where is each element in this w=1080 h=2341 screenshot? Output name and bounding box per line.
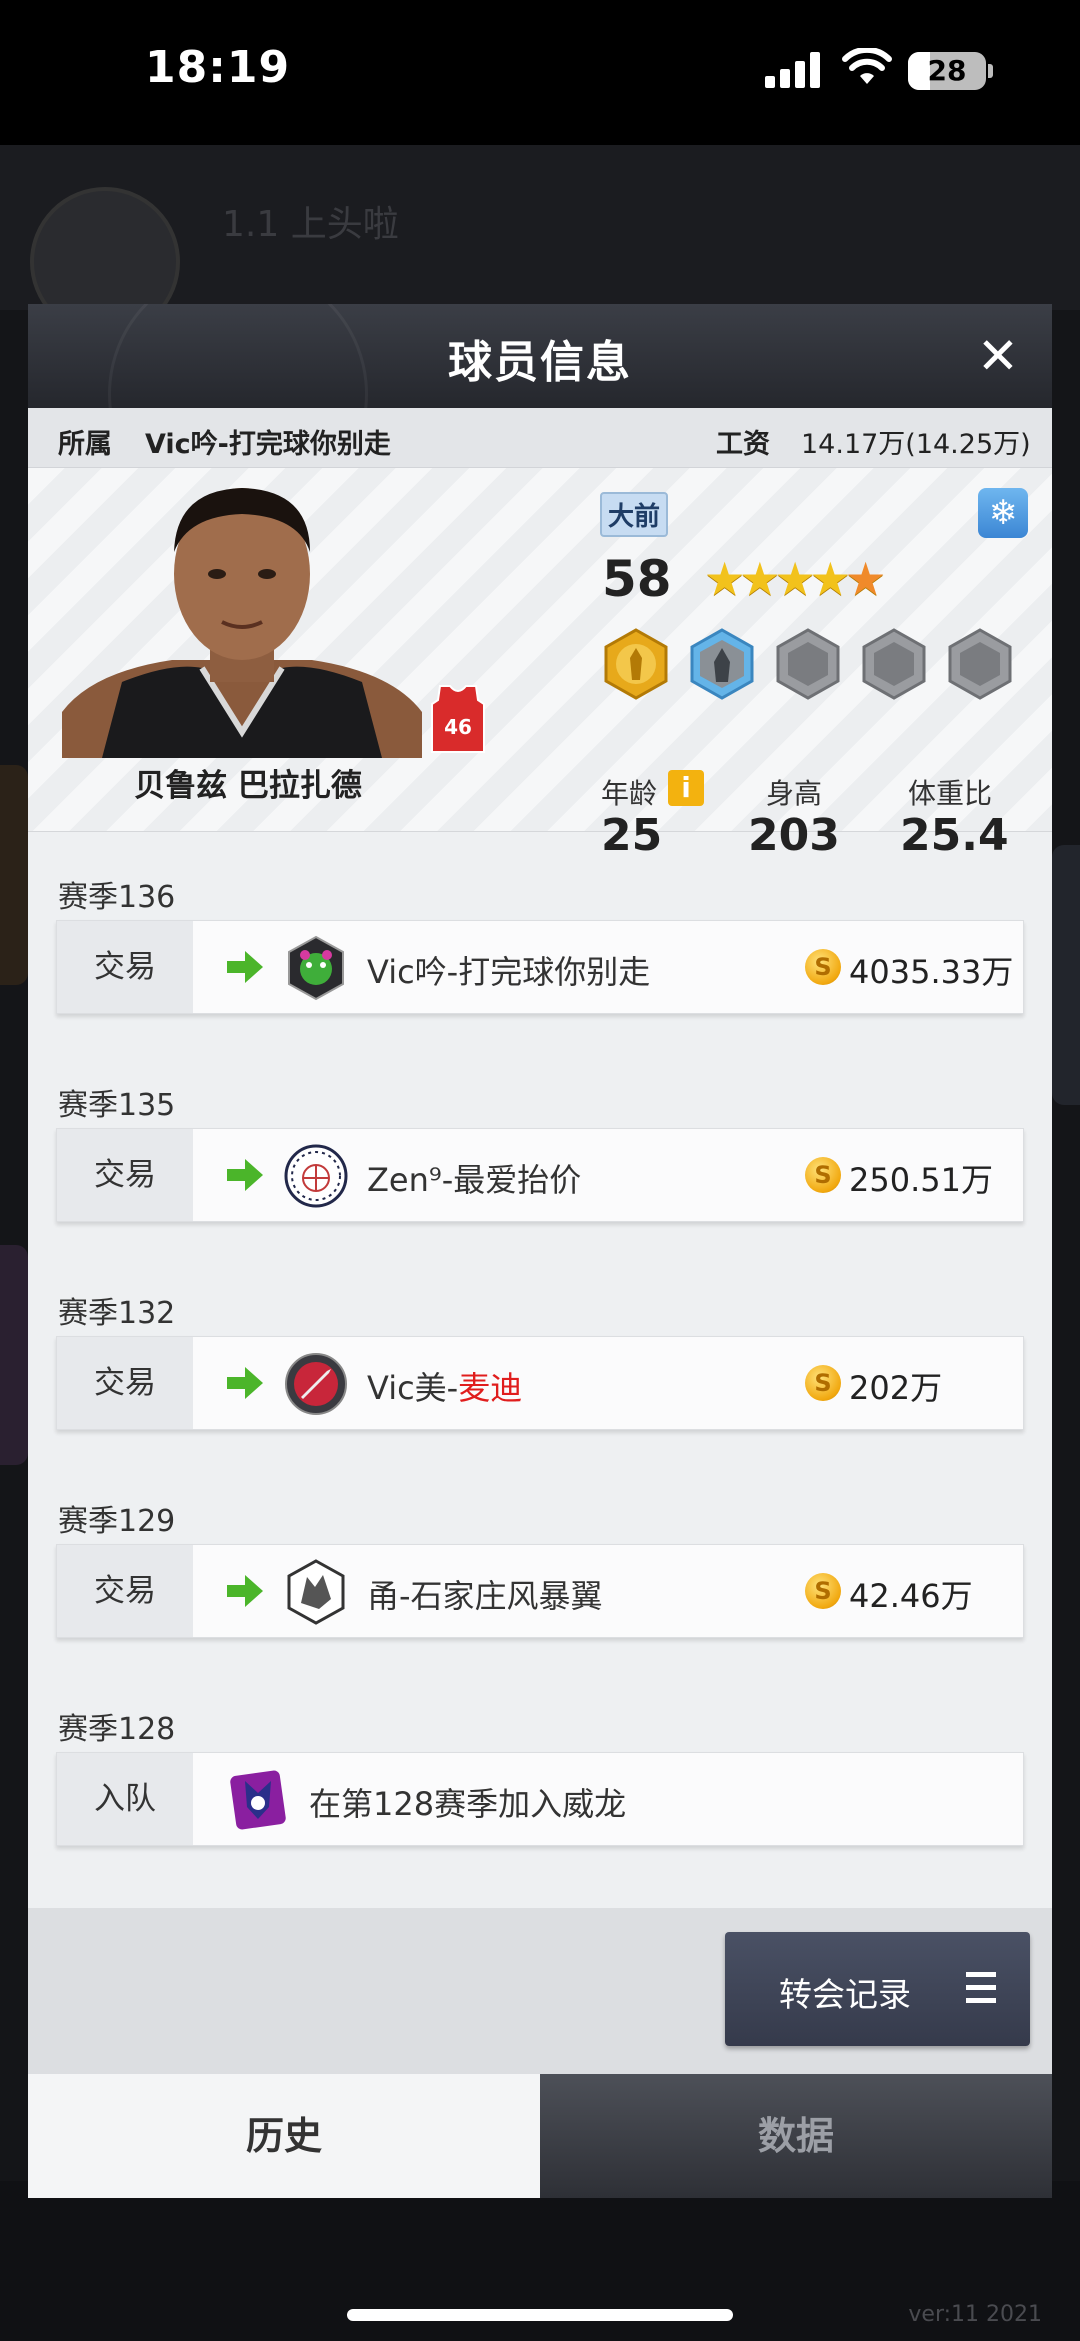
blue-skill-badge-icon[interactable] (686, 628, 758, 700)
player-name: 贝鲁兹 巴拉扎德 (134, 768, 362, 804)
team-name: Vic吟-打完球你别走 (367, 953, 651, 991)
history-row[interactable]: 交易 Vic吟-打完球你别走 S 4035.33万 (56, 920, 1024, 1014)
history-row[interactable]: 交易 Zen⁹-最爱抬价 S 250.51万 (56, 1128, 1024, 1222)
menu-icon (966, 1972, 996, 2011)
price: 4035.33万 (849, 953, 1014, 991)
background-name: 1.1 上头啦 (222, 204, 399, 245)
team-name: Zen⁹-最爱抬价 (367, 1161, 582, 1199)
record-type: 交易 (57, 1129, 193, 1221)
arrow-right-icon (227, 1367, 263, 1399)
background-header: 1.1 上头啦 (0, 145, 1080, 337)
wifi-icon (842, 48, 892, 84)
transfer-record-button[interactable]: 转会记录 (725, 1932, 1030, 2046)
arrow-right-icon (227, 1159, 263, 1191)
background-side-panel (0, 1245, 28, 1465)
player-info-modal: 球员信息 ✕ 所属 Vic吟-打完球你别走 工资 14.17万(14.25万) … (28, 304, 1052, 2198)
team-name-part: Vic美- (367, 1369, 459, 1407)
record-type: 交易 (57, 1337, 193, 1429)
team-value: Vic吟-打完球你别走 (145, 429, 391, 460)
price: 202万 (849, 1369, 943, 1407)
price: 42.46万 (849, 1577, 973, 1615)
team-label: 所属 (58, 429, 112, 460)
history-row[interactable]: 交易 Vic美-麦迪 S 202万 (56, 1336, 1024, 1430)
raptor-logo-icon (230, 1770, 286, 1830)
rocket-logo-icon (285, 1353, 347, 1415)
season-label: 赛季129 (58, 1504, 176, 1539)
bear-logo-icon (288, 935, 344, 1001)
history-row[interactable]: 交易 甬-石家庄风暴翼 S 42.46万 (56, 1544, 1024, 1638)
team-name: Vic美-麦迪 (367, 1363, 522, 1409)
salary-label: 工资 (716, 429, 770, 460)
background-side-panel (1052, 845, 1080, 1105)
age-label: 年龄 (601, 777, 658, 810)
locked-badge-icon[interactable] (858, 628, 930, 700)
record-type: 入队 (57, 1753, 193, 1845)
season-label: 赛季135 (58, 1088, 176, 1123)
player-rating: 58 (602, 550, 672, 608)
modal-header: 球员信息 ✕ (28, 304, 1052, 524)
coin-icon: S (805, 949, 841, 985)
background-side-panel (0, 765, 28, 985)
version-label: ver:11 2021 (908, 2302, 1042, 2327)
price: 250.51万 (849, 1161, 993, 1199)
coin-icon: S (805, 1573, 841, 1609)
wolf-logo-icon (287, 1559, 345, 1625)
locked-badge-icon[interactable] (772, 628, 844, 700)
status-bar: 18:19 28 (0, 0, 1080, 145)
arrow-right-icon (227, 1575, 263, 1607)
close-icon[interactable]: ✕ (972, 330, 1024, 382)
star-rating: ★★★★★ (704, 552, 886, 606)
tab-history[interactable]: 历史 (28, 2074, 540, 2198)
team-name: 在第128赛季加入威龙 (309, 1785, 627, 1823)
locked-badge-icon[interactable] (944, 628, 1016, 700)
history-row[interactable]: 入队 在第128赛季加入威龙 (56, 1752, 1024, 1846)
coin-icon: S (805, 1365, 841, 1401)
battery-level: 28 (927, 54, 967, 87)
team-name: 甬-石家庄风暴翼 (367, 1577, 603, 1615)
season-label: 赛季136 (58, 880, 176, 915)
modal-title: 球员信息 (448, 337, 632, 388)
status-time: 18:19 (145, 42, 291, 93)
battery-icon: 28 (908, 52, 986, 90)
basketball-logo-icon (284, 1144, 348, 1208)
tab-data[interactable]: 数据 (540, 2074, 1052, 2198)
height-label: 身高 (766, 777, 823, 810)
gold-skill-badge-icon[interactable] (600, 628, 672, 700)
history-list: 赛季136 交易 Vic吟-打完球你别走 S 4035.33万 赛季135 交易 (28, 832, 1052, 1846)
arrow-right-icon (227, 951, 263, 983)
home-indicator[interactable] (347, 2309, 733, 2321)
snowflake-icon[interactable]: ❄ (978, 488, 1028, 538)
info-bar: 所属 Vic吟-打完球你别走 工资 14.17万(14.25万) (28, 408, 1052, 468)
salary-value: 14.17万(14.25万) (801, 429, 1031, 460)
info-icon[interactable]: i (668, 770, 704, 806)
season-label: 赛季128 (58, 1712, 176, 1747)
season-label: 赛季132 (58, 1296, 176, 1331)
weight-label: 体重比 (908, 777, 993, 810)
record-type: 交易 (57, 921, 193, 1013)
battery-tip (988, 64, 993, 78)
player-card: 46 贝鲁兹 巴拉扎德 大前 ❄ 58 ★★★★★ 年龄 i 25 身高 203… (28, 468, 1052, 861)
transfer-record-label: 转会记录 (779, 1975, 911, 2014)
coin-icon: S (805, 1157, 841, 1193)
position-badge: 大前 (600, 492, 669, 537)
jersey-icon: 46 (431, 685, 485, 753)
jersey-number: 46 (444, 715, 472, 739)
team-name-highlight: 麦迪 (458, 1369, 523, 1407)
cellular-signal-icon (765, 52, 823, 88)
record-type: 交易 (57, 1545, 193, 1637)
player-portrait (62, 488, 422, 758)
